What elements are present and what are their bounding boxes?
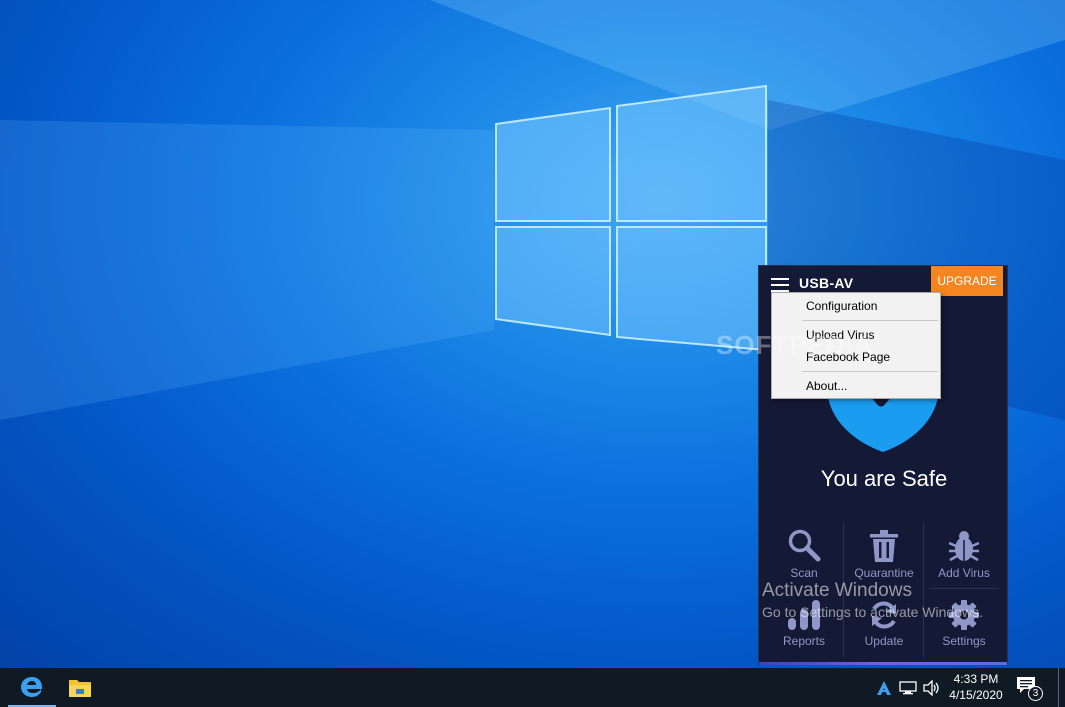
scan-label: Scan: [790, 566, 818, 580]
tray-usb-av[interactable]: [874, 668, 894, 707]
settings-label: Settings: [942, 634, 986, 648]
hamburger-menu-icon[interactable]: [771, 278, 789, 292]
trash-icon: [870, 530, 898, 562]
accent-bar: [759, 662, 1007, 665]
menu-separator: [802, 371, 938, 372]
menu-item-about[interactable]: About...: [806, 379, 847, 393]
network-icon: [899, 680, 917, 694]
menu-item-configuration[interactable]: Configuration: [806, 299, 877, 313]
folder-icon: [69, 679, 91, 697]
search-icon: [788, 529, 821, 562]
taskbar: 4:33 PM 4/15/2020: [0, 668, 1065, 707]
quarantine-button[interactable]: Quarantine: [845, 524, 923, 586]
tray-volume[interactable]: [922, 668, 942, 707]
windows-logo-wallpaper: [495, 84, 767, 352]
show-desktop-button[interactable]: [1058, 668, 1060, 707]
scan-button[interactable]: Scan: [765, 524, 843, 586]
activate-title: Activate Windows: [762, 580, 912, 601]
activate-subtitle: Go to Settings to activate Windows.: [762, 604, 983, 620]
usb-av-tray-icon: [877, 680, 891, 695]
edge-icon: [21, 676, 42, 697]
taskbar-edge-button[interactable]: [8, 668, 56, 707]
taskbar-clock[interactable]: 4:33 PM 4/15/2020: [946, 671, 1006, 703]
tray-network[interactable]: [898, 668, 918, 707]
reports-label: Reports: [782, 634, 826, 648]
menu-separator: [802, 320, 938, 321]
activate-windows-watermark: Activate Windows Go to Settings to activ…: [762, 580, 983, 620]
add-virus-button[interactable]: Add Virus: [925, 524, 1003, 586]
upgrade-button[interactable]: UPGRADE: [931, 266, 1003, 296]
bug-icon: [949, 531, 979, 562]
add-virus-label: Add Virus: [938, 566, 990, 580]
protection-status: You are Safe: [820, 466, 948, 491]
softpedia-watermark: SOFTPEDIA: [716, 330, 874, 360]
clock-time: 4:33 PM: [953, 672, 999, 686]
volume-icon: [923, 679, 939, 696]
clock-date: 4/15/2020: [949, 688, 1003, 702]
update-label: Update: [864, 634, 904, 648]
notification-count-badge: 3: [1028, 686, 1043, 701]
quarantine-label: Quarantine: [854, 566, 914, 580]
taskbar-file-explorer-button[interactable]: [56, 668, 104, 707]
app-title: USB-AV: [799, 275, 854, 291]
